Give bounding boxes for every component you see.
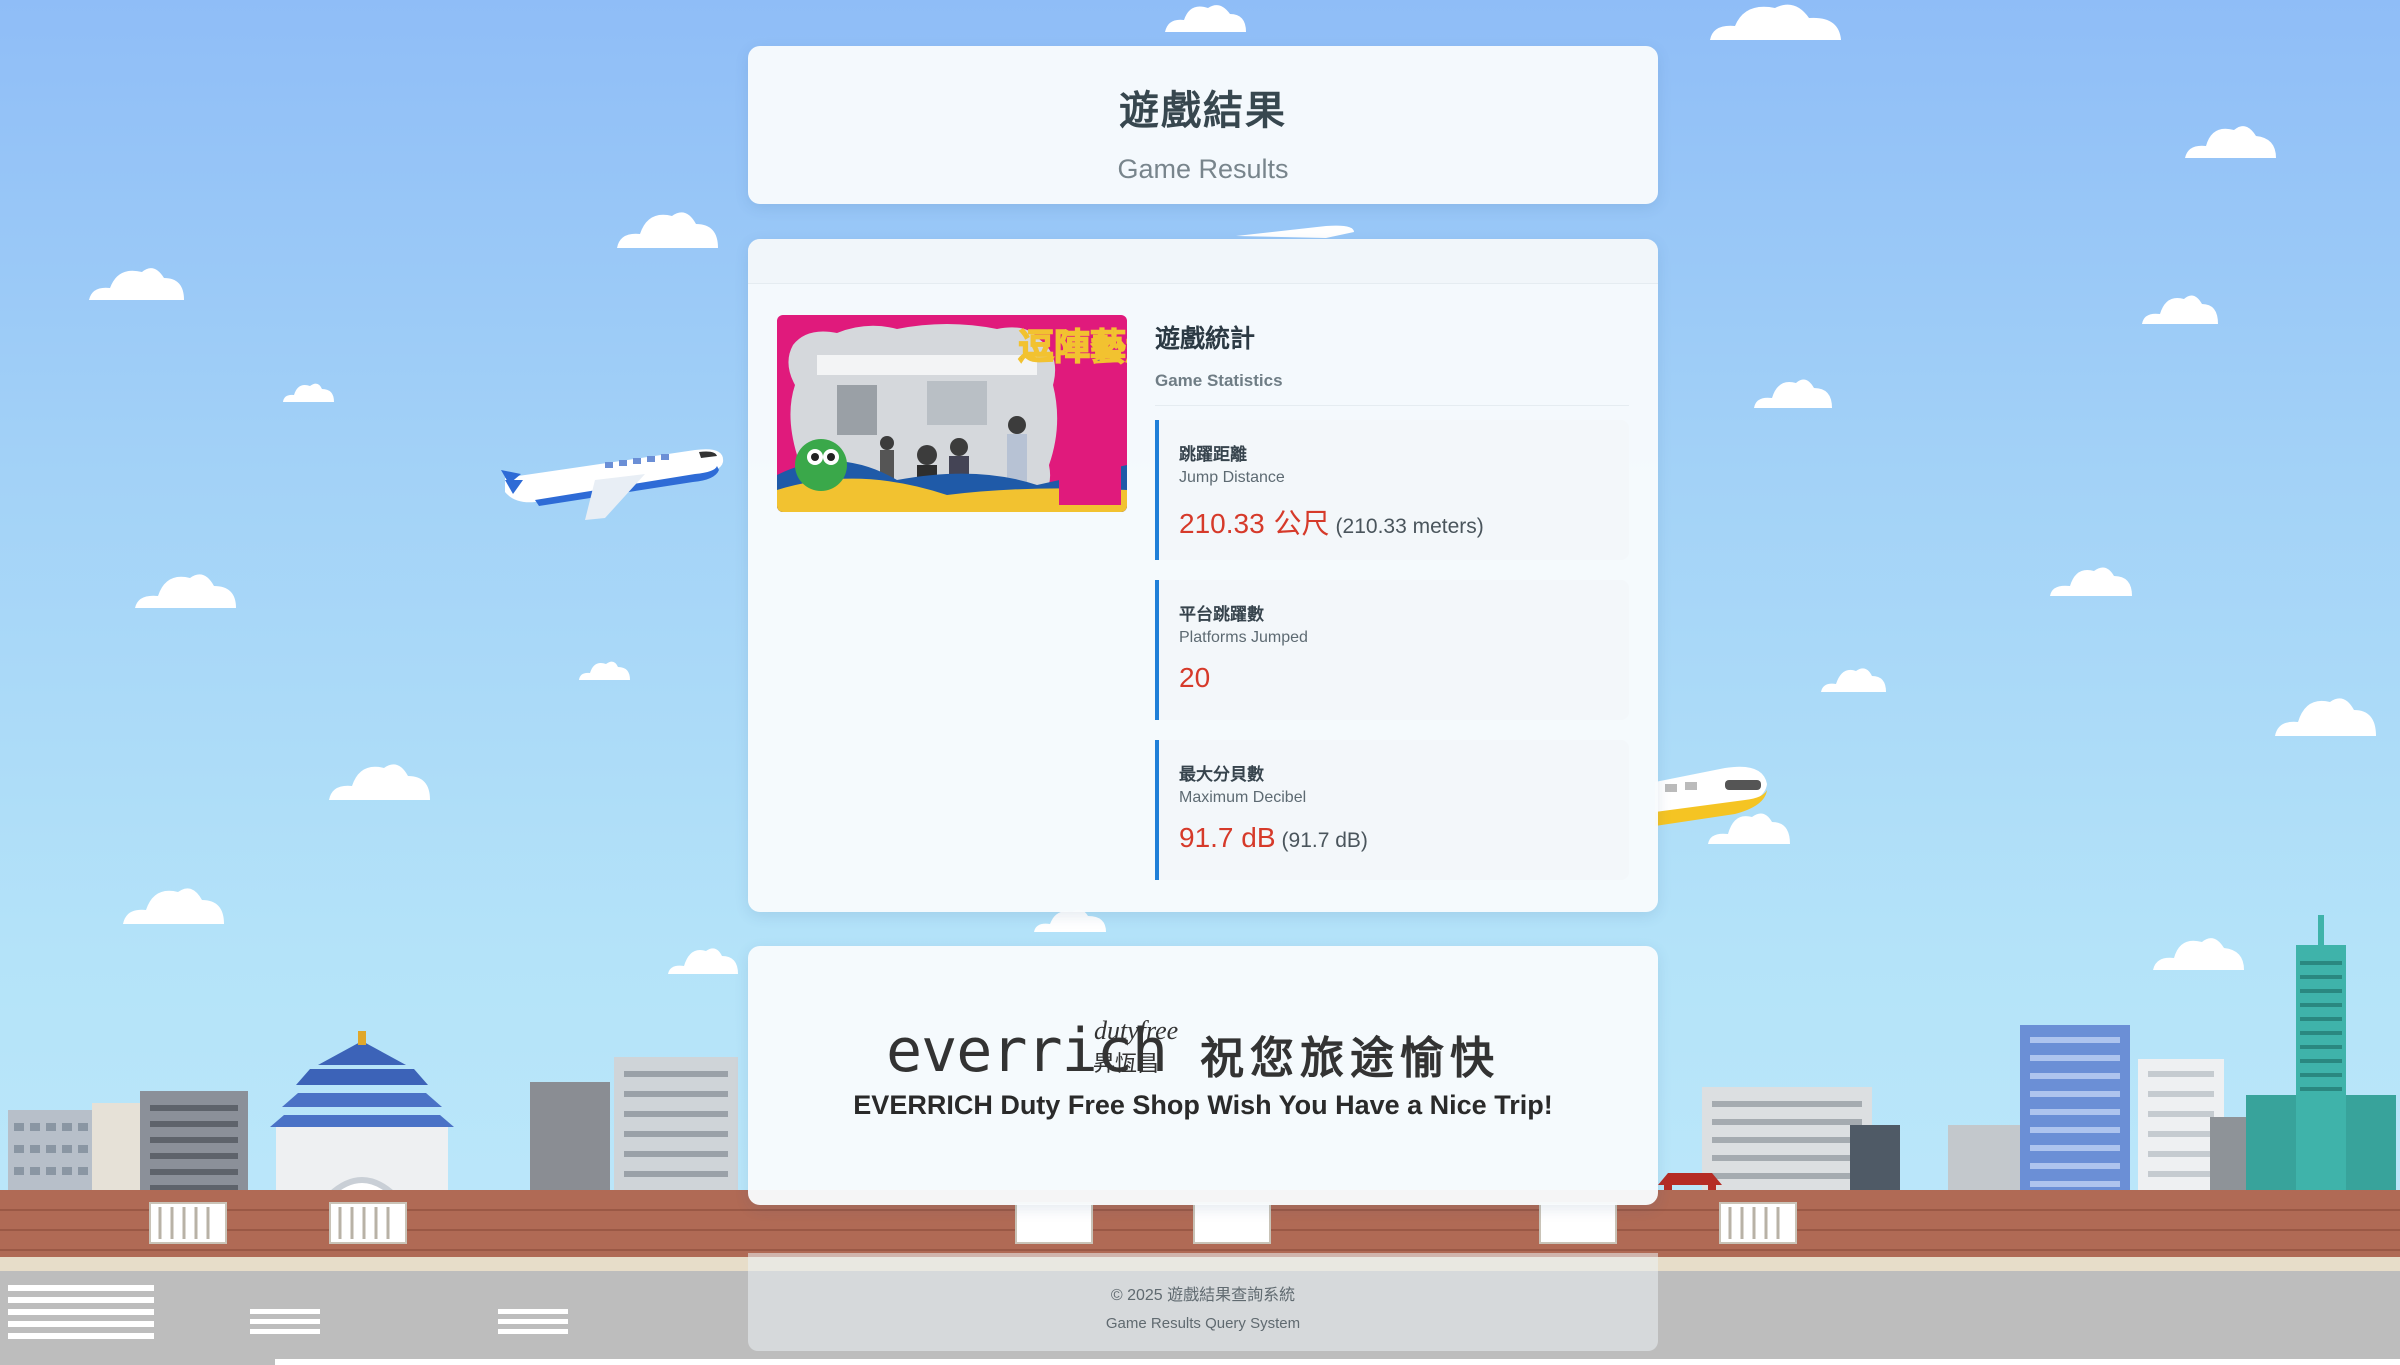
stat-label-en: Platforms Jumped [1179, 629, 1308, 646]
stat-label: 平台跳躍數 [1179, 605, 1264, 625]
stats-section: 遊戲統計 Game Statistics [1155, 315, 1629, 406]
stat-max-decibel: 最大分貝數 Maximum Decibel 91.7 dB (91.7 dB) [1155, 740, 1629, 880]
cloud-icon [2142, 295, 2218, 324]
stats-title: 遊戲統計 [1155, 324, 1256, 353]
promo-card: everrich dutyfree 昇恆昌 祝您旅途愉快 EVERRICH Du… [748, 946, 1658, 1205]
stat-value-row: 91.7 dB (91.7 dB) [1179, 822, 1368, 854]
stat-label-en: Jump Distance [1179, 469, 1285, 486]
slogan-chinese: 祝您旅途愉快 [1200, 1033, 1500, 1084]
page-subtitle: Game Results [1117, 154, 1289, 184]
cloud-icon [2185, 126, 2276, 158]
stat-label-en: Maximum Decibel [1179, 789, 1307, 806]
stats-subtitle: Game Statistics [1155, 371, 1283, 390]
cloud-icon [617, 212, 718, 248]
cloud-icon [1710, 4, 1841, 40]
stats-card: 逗陣藝起 遊戲統計 Game Statistics 跳躍距離 Jump Dist… [748, 239, 1658, 912]
stat-note: (91.7 dB) [1281, 829, 1368, 852]
stat-value: 20 [1179, 662, 1211, 693]
cloud-icon [135, 574, 236, 608]
cloud-icon [283, 383, 334, 402]
footer: © 2025 遊戲結果查詢系統 Game Results Query Syste… [748, 1253, 1658, 1351]
brand-logo-dutyfree: dutyfree [1094, 1016, 1179, 1045]
cloud-icon [1165, 5, 1246, 33]
footer-system-name: Game Results Query System [1105, 1315, 1301, 1332]
stat-value-row: 210.33 公尺 (210.33 meters) [1179, 502, 1484, 542]
page-title: 遊戲結果 [1119, 88, 1287, 134]
brand-logo-chinese: 昇恆昌 [1093, 1052, 1160, 1077]
stat-label: 跳躍距離 [1179, 445, 1247, 465]
slogan-english: EVERRICH Duty Free Shop Wish You Have a … [853, 1090, 1553, 1120]
game-photo-image: 逗陣藝起 [777, 315, 1127, 512]
stat-unit: 公尺 [1264, 507, 1330, 540]
stats-card-header [748, 239, 1658, 284]
cloud-icon [89, 268, 184, 300]
footer-copyright: © 2025 遊戲結果查詢系統 [1110, 1287, 1296, 1304]
stat-value-row: 20 [1179, 662, 1210, 694]
promo-banner: everrich dutyfree 昇恆昌 祝您旅途愉快 [748, 1016, 1658, 1086]
stat-value: 91.7 dB [1179, 822, 1276, 853]
stat-jump-distance: 跳躍距離 Jump Distance 210.33 公尺 (210.33 mete… [1155, 420, 1629, 560]
cloud-icon [2050, 567, 2132, 596]
stat-label: 最大分貝數 [1179, 765, 1264, 785]
stat-value: 210.33 [1179, 508, 1265, 539]
stat-platforms-jumped: 平台跳躍數 Platforms Jumped 20 [1155, 580, 1629, 720]
title-card: 遊戲結果 Game Results [748, 46, 1658, 204]
airplane-icon [501, 449, 724, 520]
divider [1155, 405, 1629, 406]
cloud-icon [1754, 379, 1832, 408]
game-photo: 逗陣藝起 [777, 315, 1127, 512]
stat-note: (210.33 meters) [1335, 515, 1484, 538]
photo-title: 逗陣藝起 [1018, 327, 1127, 368]
